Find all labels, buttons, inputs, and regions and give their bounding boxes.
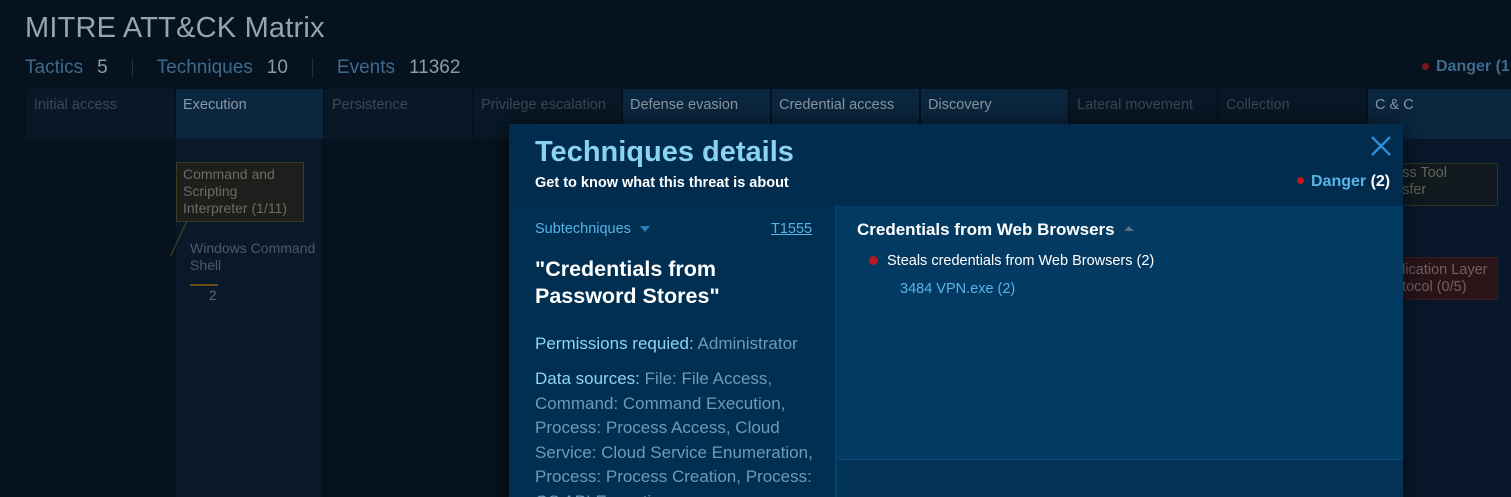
- stat-value: 5: [97, 57, 108, 78]
- danger-label: Danger (1: [1436, 58, 1510, 75]
- stat-events: Events 11362: [337, 57, 461, 79]
- subtechniques-dropdown[interactable]: Subtechniques: [535, 221, 650, 237]
- stat-label: Tactics: [25, 57, 84, 78]
- danger-label: Danger: [1311, 173, 1367, 190]
- stat-value: 11362: [409, 57, 461, 78]
- technique-card[interactable]: Command and Scripting Interpreter (1/11): [176, 162, 304, 222]
- permissions-label: Permissions requied:: [535, 334, 694, 353]
- chevron-up-icon: [1123, 226, 1134, 232]
- behavior-label: Steals credentials from Web Browsers (2): [887, 253, 1155, 269]
- tactic-execution[interactable]: Execution: [176, 89, 323, 139]
- danger-dot-icon: [1297, 177, 1304, 185]
- detail-title: Credentials from Web Browsers: [857, 220, 1115, 239]
- subtechnique-card[interactable]: Windows Command Shell: [184, 240, 331, 274]
- danger-dot-icon: [1422, 63, 1429, 71]
- modal-subtitle: Get to know what this threat is about: [535, 175, 789, 191]
- danger-count: (2): [1370, 173, 1391, 190]
- permissions-value: Administrator: [697, 334, 798, 353]
- page-title: MITRE ATT&CK Matrix: [25, 12, 325, 44]
- stat-value: 10: [266, 57, 288, 78]
- tactic-initial-access[interactable]: Initial access: [27, 89, 174, 139]
- stat-label: Techniques: [156, 57, 253, 78]
- process-link[interactable]: 3484 VPN.exe (2): [900, 281, 1015, 297]
- close-icon[interactable]: [1369, 134, 1393, 158]
- detail-pane-footer: [837, 459, 1403, 497]
- tactic-persistence[interactable]: Persistence: [325, 89, 472, 139]
- technique-id-link[interactable]: T1555: [771, 221, 812, 237]
- techniques-details-modal: Techniques details Get to know what this…: [509, 124, 1403, 497]
- data-sources-value: File: File Access, Command: Command Exec…: [535, 369, 813, 497]
- stat-label: Events: [336, 57, 396, 78]
- subtechniques-label: Subtechniques: [535, 221, 631, 237]
- technique-name: "Credentials from Password Stores": [535, 257, 720, 308]
- stats-bar: Tactics 5 Techniques 10 Events 11362: [25, 56, 460, 80]
- stat-techniques: Techniques 10: [157, 57, 288, 79]
- permissions-required: Permissions requied: Administrator: [535, 334, 825, 354]
- technique-detail-pane: [837, 206, 1403, 459]
- stat-divider: [131, 58, 133, 78]
- modal-danger-badge: Danger (2): [1297, 173, 1390, 191]
- chevron-down-icon: [639, 226, 650, 233]
- stat-divider: [311, 58, 313, 78]
- subtechnique-count: 2: [209, 288, 217, 303]
- technique-card-label: plication Layer otocol (0/5): [1394, 262, 1488, 295]
- subtechnique-severity-bar: [190, 284, 218, 286]
- danger-dot-icon: [869, 255, 878, 265]
- danger-filter[interactable]: Danger (1: [1422, 58, 1510, 76]
- data-sources: Data sources: File: File Access, Command…: [535, 367, 825, 497]
- data-sources-label: Data sources:: [535, 369, 640, 388]
- modal-title: Techniques details: [535, 136, 794, 168]
- behavior-item: Steals credentials from Web Browsers (2): [869, 253, 1154, 269]
- stat-tactics: Tactics 5: [25, 57, 108, 79]
- detail-section-toggle[interactable]: Credentials from Web Browsers: [857, 220, 1134, 240]
